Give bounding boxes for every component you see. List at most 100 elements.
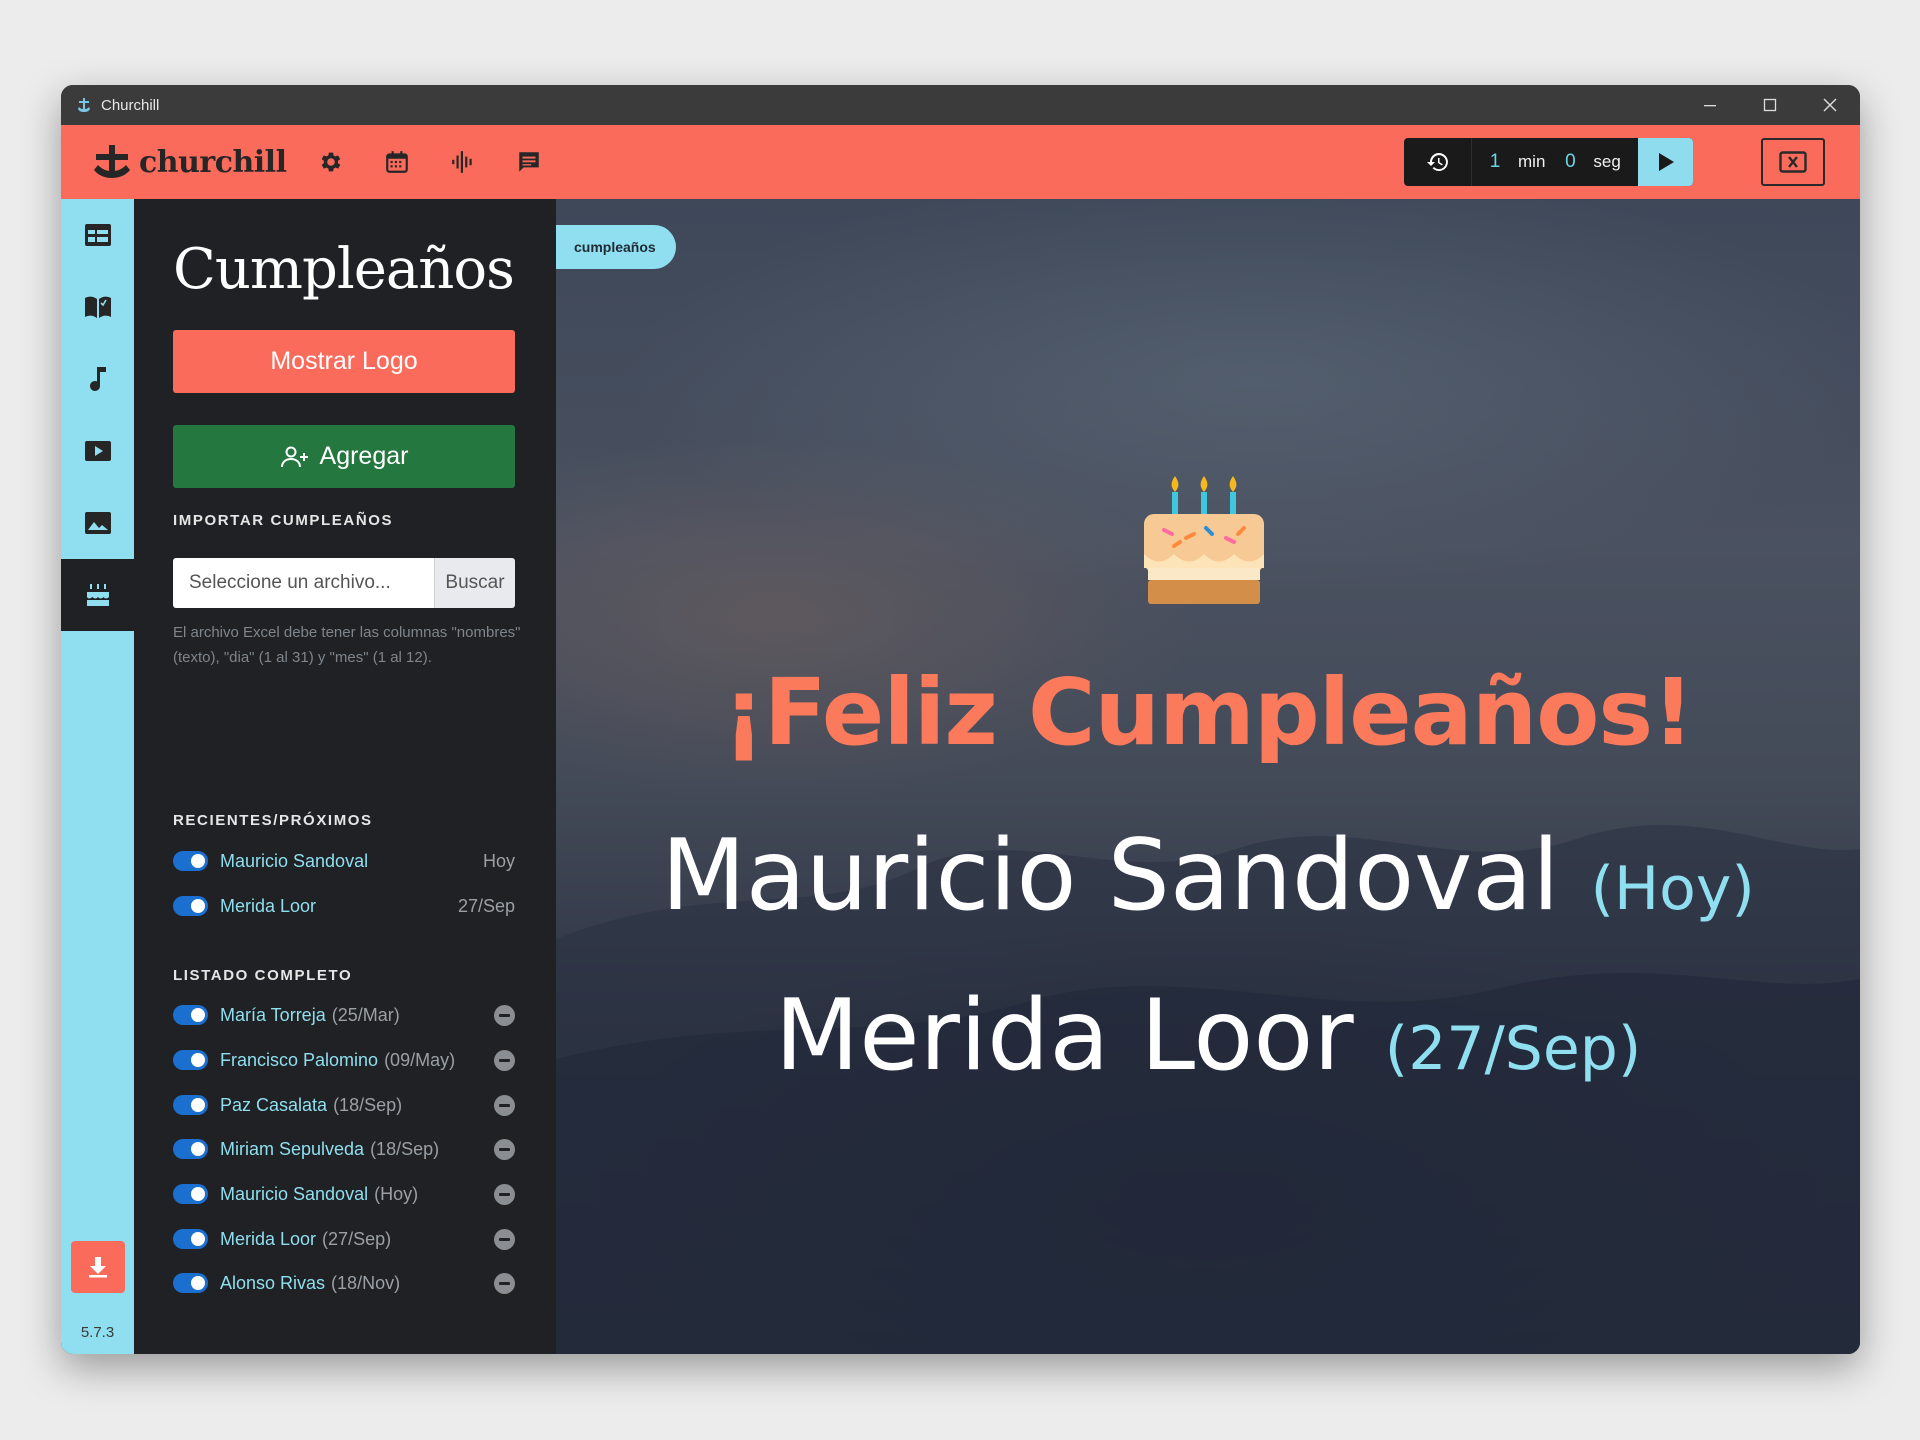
remove-circle-icon[interactable] xyxy=(494,1228,515,1250)
list-item-name[interactable]: Merida Loor xyxy=(220,1229,316,1250)
show-logo-label: Mostrar Logo xyxy=(270,347,418,375)
recent-item-when: Hoy xyxy=(482,850,515,871)
add-birthday-button[interactable]: Agregar xyxy=(173,425,515,488)
audio-button[interactable] xyxy=(448,147,478,177)
remove-circle-icon[interactable] xyxy=(494,1138,515,1160)
add-birthday-label: Agregar xyxy=(319,442,409,470)
import-file-input[interactable] xyxy=(173,558,434,608)
close-projection-button[interactable] xyxy=(1761,138,1825,186)
title-bar: Churchill xyxy=(61,85,1860,125)
cake-icon xyxy=(86,584,109,606)
list-item-name[interactable]: Mauricio Sandoval xyxy=(220,1184,368,1205)
recent-item-toggle[interactable] xyxy=(173,851,208,871)
music-note-icon xyxy=(89,367,106,391)
settings-button[interactable] xyxy=(316,147,346,177)
list-item-date: (18/Nov) xyxy=(331,1272,401,1293)
birthday-person: Merida Loor (27/Sep) xyxy=(556,979,1860,1093)
play-icon xyxy=(1658,153,1674,171)
image-icon xyxy=(84,512,111,534)
download-update-button[interactable] xyxy=(71,1241,125,1293)
page-title: Cumpleaños xyxy=(173,237,515,302)
birthdays-panel: Cumpleaños Mostrar Logo Agregar IMPORTAR… xyxy=(134,199,556,1354)
message-icon xyxy=(519,152,539,172)
audio-wave-icon xyxy=(452,151,472,173)
list-item-toggle[interactable] xyxy=(173,1050,208,1070)
messages-button[interactable] xyxy=(514,147,544,177)
list-item: Merida Loor (27/Sep) xyxy=(173,1224,515,1254)
birthday-person-when: (Hoy) xyxy=(1590,854,1755,924)
gear-icon xyxy=(321,152,341,172)
list-item-toggle[interactable] xyxy=(173,1095,208,1115)
brand-name: churchill xyxy=(139,144,287,180)
timer-seconds[interactable]: 0 xyxy=(1555,151,1585,173)
list-item: Mauricio Sandoval (Hoy) xyxy=(173,1179,515,1209)
import-help-text: El archivo Excel debe tener las columnas… xyxy=(173,624,521,666)
list-item-toggle[interactable] xyxy=(173,1184,208,1204)
maximize-button[interactable] xyxy=(1740,85,1800,125)
list-item: Paz Casalata (18/Sep) xyxy=(173,1090,515,1120)
list-item: Miriam Sepulveda (18/Sep) xyxy=(173,1134,515,1164)
sidebar-item-birthdays[interactable] xyxy=(61,559,134,631)
app-version: 5.7.3 xyxy=(80,1324,115,1341)
list-item-date: (09/May) xyxy=(384,1049,456,1070)
list-item-name[interactable]: Miriam Sepulveda xyxy=(220,1139,364,1160)
table-icon xyxy=(84,224,111,246)
sidebar-item-images[interactable] xyxy=(61,487,134,559)
list-item-name[interactable]: Francisco Palomino xyxy=(220,1050,378,1071)
timer-history-button[interactable] xyxy=(1404,138,1472,186)
list-item-name[interactable]: María Torreja xyxy=(220,1005,326,1026)
app-anchor-icon xyxy=(75,96,93,114)
projection-preview: cumpleaños ¡Feliz Cumpleaños! Mauricio S… xyxy=(556,199,1860,1354)
app-window: Churchill churchill 1 min 0 seg 5.7.3 Cu… xyxy=(61,85,1860,1354)
remove-circle-icon[interactable] xyxy=(494,1183,515,1205)
brand-logo[interactable]: churchill xyxy=(91,144,287,180)
list-item-toggle[interactable] xyxy=(173,1005,208,1025)
list-item: Alonso Rivas (18/Nov) xyxy=(173,1268,515,1298)
remove-circle-icon[interactable] xyxy=(494,1004,515,1026)
browse-file-button[interactable]: Buscar xyxy=(434,558,515,608)
close-window-button[interactable] xyxy=(1800,85,1860,125)
remove-circle-icon[interactable] xyxy=(494,1049,515,1071)
download-icon xyxy=(89,1257,107,1278)
timer-minutes-unit: min xyxy=(1518,152,1546,171)
recent-item-toggle[interactable] xyxy=(173,896,208,916)
list-item: Francisco Palomino (09/May) xyxy=(173,1045,515,1075)
history-icon xyxy=(1426,153,1448,171)
birthday-person: Mauricio Sandoval (Hoy) xyxy=(556,819,1860,933)
list-item-date: (18/Sep) xyxy=(370,1138,440,1159)
list-item-toggle[interactable] xyxy=(173,1273,208,1293)
recent-item-name[interactable]: Merida Loor xyxy=(220,896,316,917)
show-logo-button[interactable]: Mostrar Logo xyxy=(173,330,515,393)
sidebar-item-programs[interactable] xyxy=(61,199,134,271)
full-list-section-label: LISTADO COMPLETO xyxy=(173,967,353,984)
list-item-toggle[interactable] xyxy=(173,1229,208,1249)
timer-seconds-unit: seg xyxy=(1593,152,1621,171)
list-item-name[interactable]: Alonso Rivas xyxy=(220,1273,325,1294)
birthday-person-name: Merida Loor xyxy=(774,979,1354,1093)
list-item-toggle[interactable] xyxy=(173,1139,208,1159)
import-file-picker: Buscar xyxy=(173,558,515,608)
sidebar-item-video[interactable] xyxy=(61,415,134,487)
sidebar-item-bible[interactable] xyxy=(61,271,134,343)
anchor-icon xyxy=(94,145,130,178)
main-sidebar: 5.7.3 xyxy=(61,199,134,1354)
recent-item: Merida Loor 27/Sep xyxy=(173,891,515,921)
list-item: María Torreja (25/Mar) xyxy=(173,1000,515,1030)
recent-item-name[interactable]: Mauricio Sandoval xyxy=(220,851,368,872)
import-section-label: IMPORTAR CUMPLEAÑOS xyxy=(173,512,394,529)
recent-item-when: 27/Sep xyxy=(457,895,515,916)
list-item-name[interactable]: Paz Casalata xyxy=(220,1095,327,1116)
timer-minutes[interactable]: 1 xyxy=(1480,151,1510,173)
remove-circle-icon[interactable] xyxy=(494,1094,515,1116)
list-item-date: (Hoy) xyxy=(374,1183,419,1204)
timer-start-button[interactable] xyxy=(1638,138,1693,186)
countdown-timer: 1 min 0 seg xyxy=(1404,138,1693,186)
recent-item: Mauricio Sandoval Hoy xyxy=(173,846,515,876)
list-item-date: (18/Sep) xyxy=(333,1094,403,1115)
sidebar-item-music[interactable] xyxy=(61,343,134,415)
minimize-button[interactable] xyxy=(1680,85,1740,125)
calendar-button[interactable] xyxy=(382,147,412,177)
remove-circle-icon[interactable] xyxy=(494,1272,515,1294)
slide-tag: cumpleaños xyxy=(556,225,676,269)
list-item-date: (27/Sep) xyxy=(322,1228,392,1249)
